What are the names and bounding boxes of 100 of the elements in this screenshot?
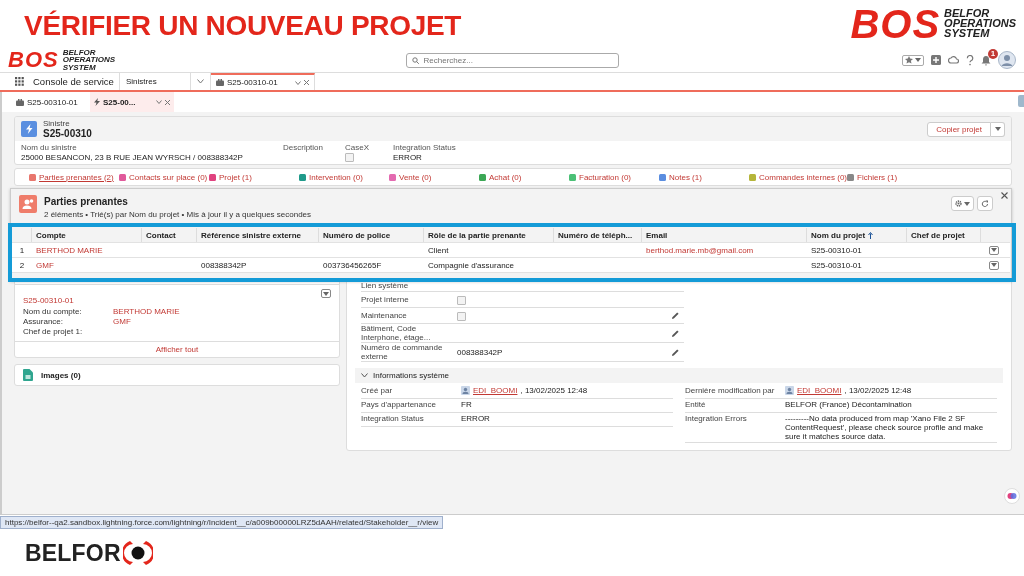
field-value: ERROR (393, 153, 423, 162)
checkbox[interactable] (345, 153, 354, 162)
object-menu[interactable]: Sinistres (119, 73, 190, 90)
logo-mark: BOS (850, 4, 941, 44)
table-link[interactable]: berthod.marie.mb@gmail.com (646, 245, 754, 255)
field-link[interactable]: BERTHOD MARIE (113, 307, 321, 317)
caret-icon (990, 248, 997, 252)
section-header[interactable]: Informations système (355, 368, 1003, 383)
field-value: BELFOR (France) Décontamination (785, 400, 913, 409)
column-header[interactable]: Compte (36, 230, 66, 240)
field-label: Description (283, 143, 324, 152)
field-label: Projet interne (361, 295, 410, 304)
related-link[interactable]: Projet (1) (209, 170, 299, 184)
pencil-icon[interactable] (672, 329, 679, 337)
field-value: ---------No data produced from map 'Xano File 2 SF ContentRequest', please check source profile and make sure it matches source data. (785, 414, 985, 441)
subtab[interactable]: S25-00310-01 (12, 92, 90, 112)
popup-subtitle: 2 éléments • Trié(s) par Nom du projet • Mis à jour il y a quelques secondes (44, 210, 313, 219)
related-link[interactable]: Contacts sur place (0) (119, 170, 209, 184)
settings-button[interactable] (951, 196, 974, 211)
column-header[interactable]: Numéro de téléph... (558, 230, 633, 240)
field-label: Nom du sinistre (21, 143, 78, 152)
slide-title: VÉRIFIER UN NOUVEAU PROJET (24, 10, 462, 42)
image-list-icon (23, 369, 33, 381)
search-field[interactable]: Recherchez... (405, 52, 619, 68)
field-label: Nom du compte: (23, 307, 83, 317)
field-label: Entité (685, 400, 707, 409)
copy-project-button[interactable]: Copier projet (927, 121, 991, 137)
row-menu-button[interactable] (988, 245, 999, 255)
field-label: Dernière modification par (685, 386, 776, 395)
related-link[interactable]: Vente (0) (389, 170, 479, 184)
checkbox[interactable] (457, 295, 466, 305)
sort-arrow-icon (868, 231, 874, 239)
stakeholder-icon (19, 195, 37, 213)
field-label: Integration Errors (685, 414, 748, 423)
avatar-icon[interactable] (998, 51, 1016, 69)
caret-icon (915, 58, 921, 62)
assistant-icon[interactable] (1004, 488, 1020, 504)
user-icon (461, 386, 470, 395)
related-link[interactable]: Facturation (0) (569, 170, 659, 184)
help-icon[interactable] (966, 54, 974, 66)
chevron-icon (295, 80, 301, 85)
record-icon (21, 121, 37, 137)
field-value: ERROR (461, 414, 491, 423)
record-link[interactable]: S25-00310-01 (23, 296, 74, 305)
refresh-icon (981, 199, 989, 208)
row-menu-button[interactable] (988, 260, 999, 270)
user-link[interactable]: EDI_BOOMI (797, 386, 842, 395)
pencil-icon[interactable] (672, 348, 679, 356)
related-link[interactable]: Notes (1) (659, 170, 749, 184)
related-link[interactable]: Intervention (0) (299, 170, 389, 184)
table-cell: S25-00310-01 (811, 260, 862, 270)
more-actions-button[interactable] (991, 121, 1005, 137)
table-cell: Client (428, 245, 449, 255)
bell-icon[interactable] (981, 54, 991, 66)
related-link[interactable]: Parties prenantes (2) (29, 170, 119, 184)
cloud-icon[interactable] (948, 55, 959, 65)
subtab[interactable]: S25-00... (90, 92, 174, 112)
app-launcher-icon[interactable] (15, 77, 24, 86)
field-label: Pays d'appartenance (361, 400, 437, 409)
user-link[interactable]: EDI_BOOMI (473, 386, 518, 395)
settings-icon (955, 200, 962, 207)
column-header[interactable]: Email (646, 230, 668, 240)
related-link[interactable]: Achat (0) (479, 170, 569, 184)
column-header[interactable]: Rôle de la partie prenante (428, 230, 526, 240)
column-header[interactable]: Chef de projet (911, 230, 965, 240)
column-header[interactable]: Contact (146, 230, 176, 240)
pencil-icon[interactable] (672, 312, 679, 319)
briefcase-icon (216, 79, 224, 86)
table-cell: Compagnie d'assurance (428, 260, 515, 270)
table-link[interactable]: GMF (36, 260, 54, 270)
related-link[interactable]: Fichiers (1) (847, 170, 938, 184)
field-value: , 13/02/2025 12:48 (844, 386, 912, 395)
table-link[interactable]: BERTHOD MARIE (36, 245, 103, 255)
column-header[interactable]: Numéro de police (323, 230, 391, 240)
lightning-icon (94, 98, 100, 106)
field-label: Créé par (361, 386, 394, 395)
chevron-icon (197, 79, 204, 84)
close-icon[interactable] (1001, 192, 1008, 199)
field-label: Lien système (361, 281, 410, 290)
table-cell: 008388342P (201, 260, 247, 270)
logo-mark: BOS (8, 49, 59, 71)
view-all-link[interactable]: Afficher tout (15, 341, 339, 357)
checkbox[interactable] (457, 311, 466, 321)
field-value: FR (461, 400, 473, 409)
favorites-button[interactable] (902, 54, 924, 66)
chevron-icon (361, 373, 368, 378)
refresh-button[interactable] (977, 196, 993, 211)
notification-badge: 1 (988, 48, 998, 59)
record-tab[interactable]: S25-00310-01 (211, 73, 315, 90)
row-number: 2 (19, 260, 25, 270)
field-link[interactable]: GMF (113, 317, 321, 327)
card-title: Images (0) (41, 370, 81, 380)
column-header[interactable]: Nom du projet (811, 230, 866, 240)
footer-logo-text: BELFOR (25, 539, 121, 567)
plus-icon[interactable] (931, 55, 941, 65)
caret-icon (990, 263, 997, 267)
row-menu-button[interactable] (321, 289, 331, 298)
related-link[interactable]: Commandes internes (0) (749, 170, 848, 184)
field-label: Chef de projet 1: (23, 327, 84, 337)
column-header[interactable]: Référence sinistre externe (201, 230, 302, 240)
